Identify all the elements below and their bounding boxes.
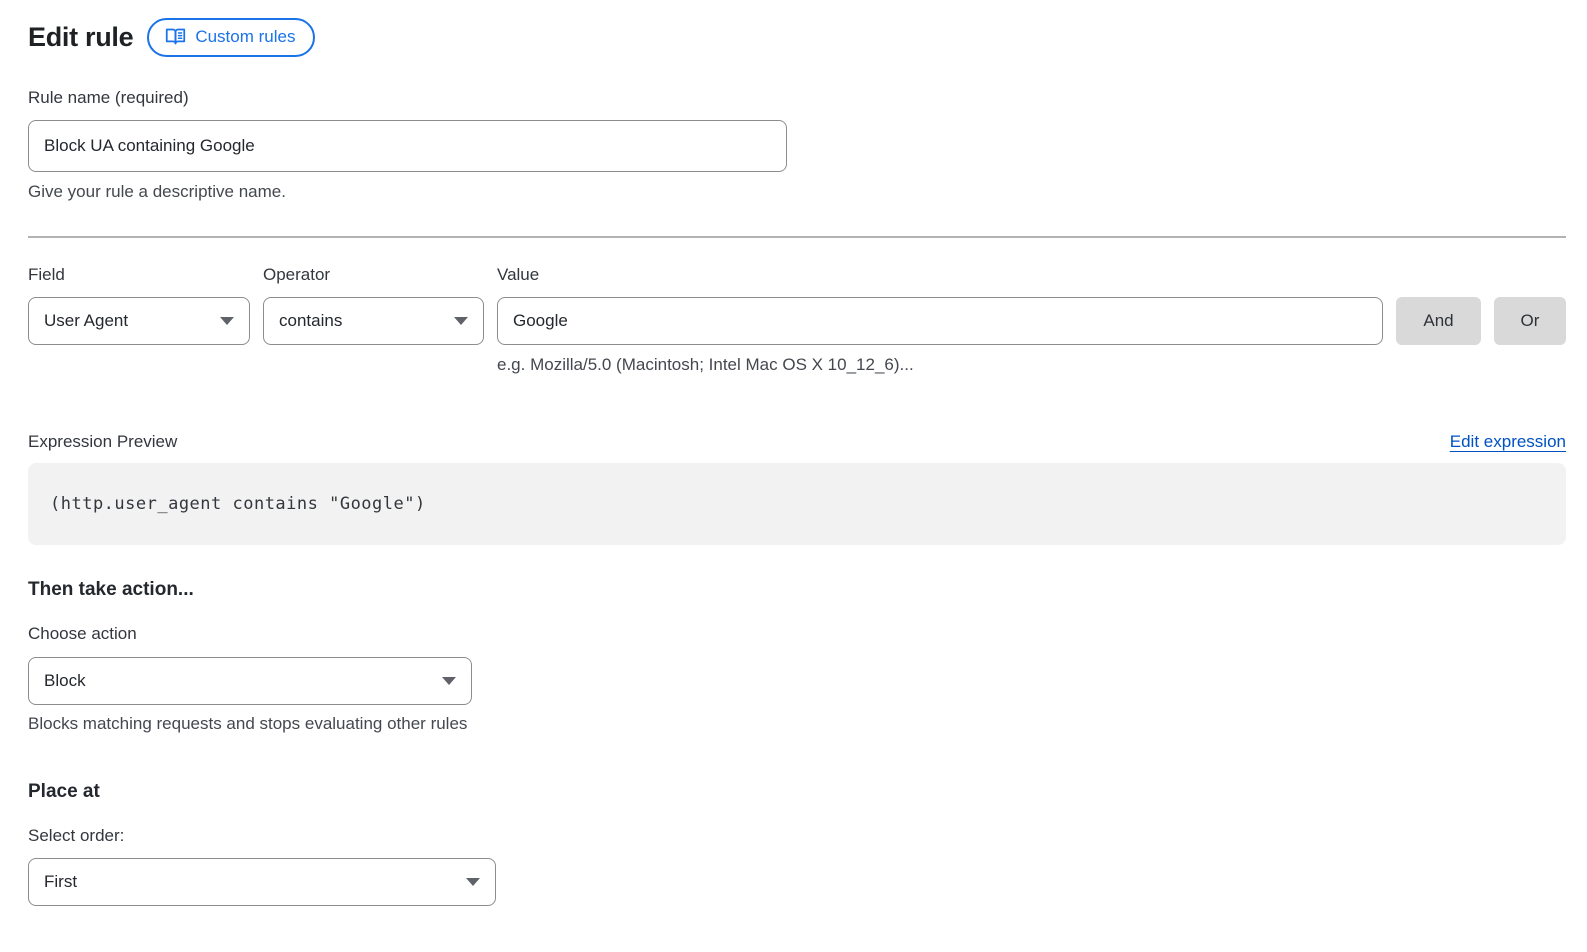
field-column: Field User Agent — [28, 264, 250, 345]
operator-select-value: contains — [279, 311, 342, 331]
action-select[interactable]: Block — [28, 657, 472, 705]
order-select-value: First — [44, 872, 77, 892]
value-label: Value — [497, 264, 1383, 285]
select-order-label: Select order: — [28, 825, 1566, 846]
field-select[interactable]: User Agent — [28, 297, 250, 345]
action-select-value: Block — [44, 671, 86, 691]
expression-code-box: (http.user_agent contains "Google") — [28, 463, 1566, 545]
or-button[interactable]: Or — [1494, 297, 1566, 345]
action-heading: Then take action... — [28, 579, 1566, 601]
book-icon — [165, 27, 186, 46]
value-column: Value e.g. Mozilla/5.0 (Macintosh; Intel… — [497, 264, 1383, 376]
rule-name-input[interactable] — [28, 120, 787, 172]
order-select[interactable]: First — [28, 858, 496, 906]
operator-column: Operator contains — [263, 264, 484, 345]
expression-preview-row: Expression Preview Edit expression — [28, 432, 1566, 452]
value-helper: e.g. Mozilla/5.0 (Macintosh; Intel Mac O… — [497, 354, 1383, 376]
field-label: Field — [28, 264, 250, 285]
page-title: Edit rule — [28, 22, 133, 53]
field-select-value: User Agent — [44, 311, 128, 331]
action-helper: Blocks matching requests and stops evalu… — [28, 713, 1566, 735]
chevron-down-icon — [442, 677, 456, 685]
chevron-down-icon — [454, 317, 468, 325]
custom-rules-label: Custom rules — [195, 25, 295, 49]
choose-action-label: Choose action — [28, 623, 1566, 644]
value-input[interactable] — [497, 297, 1383, 345]
section-divider — [28, 236, 1566, 238]
place-at-heading: Place at — [28, 781, 1566, 803]
condition-row: Field User Agent Operator contains Value… — [28, 264, 1566, 376]
rule-name-label: Rule name (required) — [28, 87, 1566, 108]
operator-select[interactable]: contains — [263, 297, 484, 345]
chevron-down-icon — [466, 878, 480, 886]
edit-expression-link[interactable]: Edit expression — [1450, 432, 1566, 452]
and-button[interactable]: And — [1396, 297, 1481, 345]
chevron-down-icon — [220, 317, 234, 325]
rule-name-helper: Give your rule a descriptive name. — [28, 181, 1566, 203]
custom-rules-button[interactable]: Custom rules — [147, 18, 315, 57]
operator-label: Operator — [263, 264, 484, 285]
expression-preview-label: Expression Preview — [28, 432, 177, 452]
rule-name-section: Rule name (required) Give your rule a de… — [28, 87, 1566, 203]
expression-code: (http.user_agent contains "Google") — [50, 494, 426, 514]
page-header: Edit rule Custom rules — [28, 18, 1566, 57]
